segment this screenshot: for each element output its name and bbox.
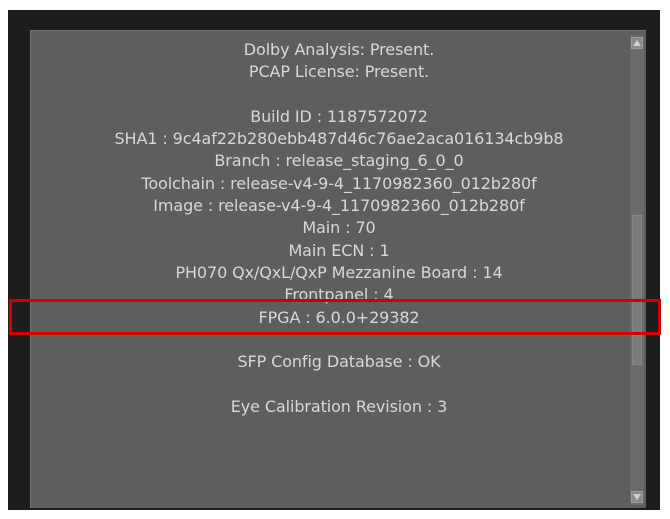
blank-line: [31, 373, 646, 395]
build-id-line: Build ID : 1187572072: [250, 106, 428, 126]
image-line: Image : release-v4-9-4_1170982360_012b28…: [153, 196, 525, 216]
arrow-down-icon: [633, 494, 641, 500]
branch-line: Branch : release_staging_6_0_0: [214, 151, 464, 171]
pcap-license-line: PCAP License: Present.: [248, 62, 430, 82]
blank-line: [31, 329, 646, 351]
info-window: Dolby Analysis: Present. PCAP License: P…: [8, 10, 660, 510]
scroll-thumb[interactable]: [632, 215, 642, 365]
toolchain-line: Toolchain : release-v4-9-4_1170982360_01…: [141, 173, 537, 193]
main-ecn-line: Main ECN : 1: [288, 240, 390, 260]
arrow-up-icon: [633, 40, 641, 46]
mezzanine-board-line: PH070 Qx/QxL/QxP Mezzanine Board : 14: [175, 262, 503, 282]
eye-calibration-line: Eye Calibration Revision : 3: [230, 396, 448, 416]
info-list: Dolby Analysis: Present. PCAP License: P…: [31, 39, 646, 418]
scroll-down-button[interactable]: [631, 491, 643, 503]
vertical-scrollbar[interactable]: [630, 35, 644, 505]
screen: Dolby Analysis: Present. PCAP License: P…: [0, 0, 670, 519]
fpga-line: FPGA : 6.0.0+29382: [258, 307, 420, 327]
info-panel: Dolby Analysis: Present. PCAP License: P…: [30, 30, 646, 508]
sha1-line: SHA1 : 9c4af22b280ebb487d46c76ae2aca0161…: [114, 129, 564, 149]
main-line: Main : 70: [302, 218, 376, 238]
dolby-analysis-line: Dolby Analysis: Present.: [243, 40, 435, 59]
frontpanel-line: Frontpanel : 4: [284, 285, 394, 305]
sfp-config-line: SFP Config Database : OK: [237, 352, 441, 372]
scroll-up-button[interactable]: [631, 37, 643, 49]
blank-line: [31, 84, 646, 106]
